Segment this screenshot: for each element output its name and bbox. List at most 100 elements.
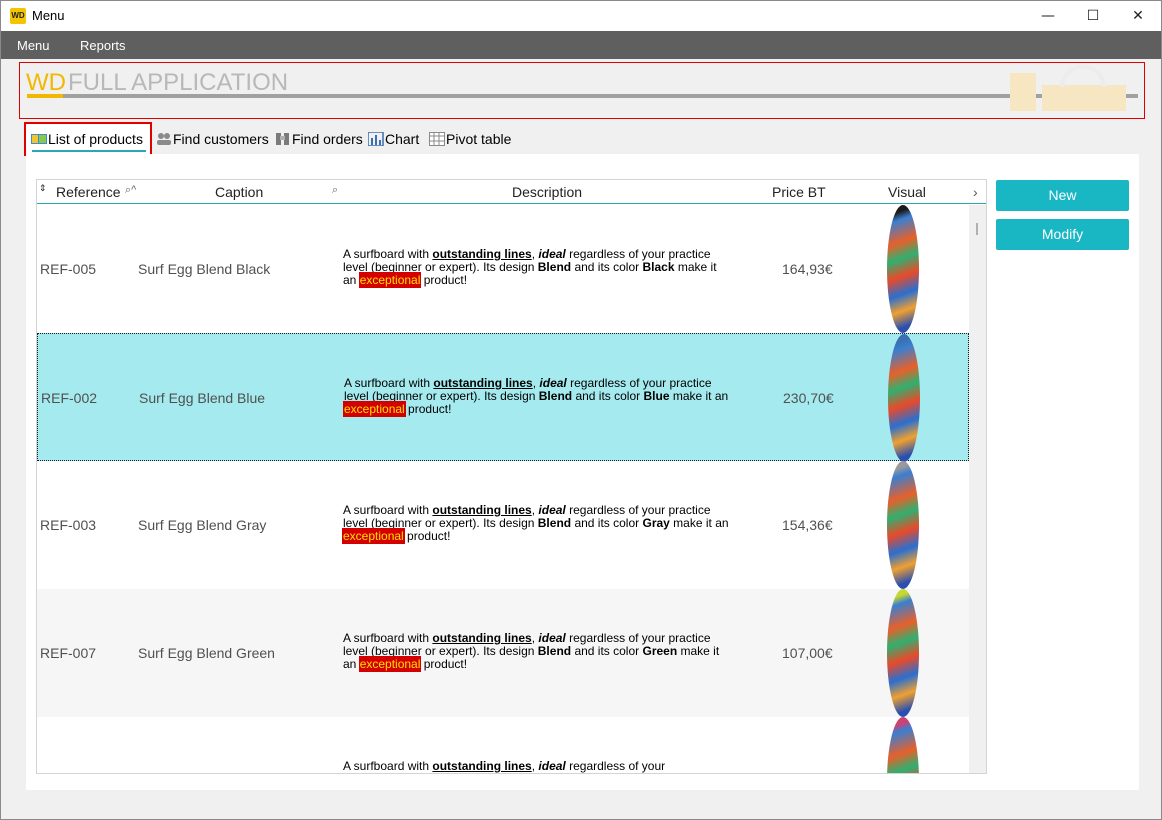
desc-text: product! [420,657,468,671]
column-header-price[interactable]: Price BT [772,184,826,200]
cell-description: A surfboard with outstanding lines, idea… [343,631,733,672]
pivot-table-icon [429,132,445,146]
surfboard-image [887,589,919,717]
desc-emphasis: outstanding lines [432,631,532,645]
tab-pivot-table[interactable]: Pivot table [424,122,516,156]
surfboard-image [887,205,919,333]
app-logo-icon: WD [10,8,26,24]
table-row[interactable]: REF-007 Surf Egg Blend Green 107,00€ A surf… [37,589,969,717]
surfboard-image [888,334,920,462]
desc-text: regardless of your [565,759,666,773]
column-header-description[interactable]: Description [512,184,582,200]
desc-text: A surfboard with [343,759,433,773]
table-row[interactable]: REF-005 Surf Egg Blend Black 164,93€ A surf… [37,205,969,333]
desc-emphasis: ideal [538,247,566,261]
modify-button[interactable]: Modify [996,219,1129,250]
cell-reference: REF-005 [40,261,97,277]
cell-description: A surfboard with outstanding lines, idea… [342,503,733,544]
cell-price: 154,36€ [782,517,833,533]
tab-label: Find orders [292,131,363,147]
tab-chart[interactable]: Chart [363,122,424,156]
cell-reference: REF-007 [40,645,97,661]
menu-item-reports[interactable]: Reports [80,38,126,53]
desc-emphasis: ideal [538,631,566,645]
desc-text: and its color [571,260,643,274]
desc-text: product! [403,529,451,543]
desc-text: A surfboard with [343,247,433,261]
column-header-caption[interactable]: Caption [215,184,263,200]
minimize-button[interactable]: — [1025,1,1071,31]
desc-color: Black [642,260,675,274]
desc-text: A surfboard with [343,631,433,645]
banner-decoration [1042,85,1126,111]
tab-label: Find customers [173,131,269,147]
surfboard-image [887,461,919,589]
desc-emphasis: Blend [537,260,572,274]
desc-highlight: exceptional [343,401,406,417]
cell-description: A surfboard with outstanding lines, idea… [343,376,734,417]
column-header-visual[interactable]: Visual [888,184,926,200]
desc-emphasis: Blend [538,389,573,403]
desc-emphasis: ideal [539,376,567,390]
cell-caption: Surf Egg Blend Blue [139,390,266,406]
close-button[interactable]: ✕ [1115,1,1161,31]
tab-label: List of products [48,131,143,147]
products-table: ⇕ Reference ⌕^ Caption ⌕ Description Pri… [36,179,987,774]
cell-caption: Surf Egg Blend Gray [138,517,267,533]
cell-caption: Surf Egg Blend Black [138,261,271,277]
table-row[interactable]: A surfboard with outstanding lines, idea… [37,717,969,773]
customers-icon [156,132,172,146]
tab-find-orders[interactable]: Find orders [270,122,368,156]
desc-text: A surfboard with [344,376,434,390]
maximize-button[interactable]: ☐ [1070,1,1116,31]
desc-emphasis: outstanding lines [432,247,532,261]
desc-emphasis: ideal [538,759,566,773]
menu-item-menu[interactable]: Menu [17,38,50,53]
search-icon[interactable]: ⌕^ [125,184,136,197]
desc-highlight: exceptional [358,656,422,672]
active-tab-indicator [32,150,146,152]
surfboard-image [887,717,919,773]
desc-text: and its color [571,516,643,530]
table-body: REF-005 Surf Egg Blend Black 164,93€ A surf… [37,205,969,773]
orders-icon [275,132,291,146]
tab-find-customers[interactable]: Find customers [151,122,274,156]
column-header-reference[interactable]: Reference [56,184,121,200]
desc-text: and its color [572,389,644,403]
desc-text: make it an [669,389,729,403]
tab-label: Pivot table [446,131,512,147]
products-panel: ⇕ Reference ⌕^ Caption ⌕ Description Pri… [26,154,1139,790]
window-title: Menu [32,8,65,23]
banner-bar-accent [27,94,63,98]
desc-text: make it an [669,516,729,530]
cell-price: 230,70€ [783,390,834,406]
desc-text: and its color [571,644,643,658]
desc-text: A surfboard with [343,503,433,517]
chevron-right-icon[interactable]: › [973,184,978,200]
tab-list-of-products[interactable]: List of products [24,122,152,156]
table-header: ⇕ Reference ⌕^ Caption ⌕ Description Pri… [37,180,986,204]
app-banner: WD FULL APPLICATION [19,62,1145,119]
vertical-scrollbar[interactable] [969,205,986,773]
search-icon[interactable]: ⌕ [332,184,338,197]
cell-reference: REF-003 [40,517,97,533]
banner-progress-bar [27,94,1138,98]
table-row[interactable]: REF-003 Surf Egg Blend Gray 154,36€ A surfb… [37,461,969,589]
cell-price: 107,00€ [782,645,833,661]
scrollbar-thumb[interactable] [976,223,978,235]
main-content: WD FULL APPLICATION List of products Fin… [2,59,1161,819]
desc-color: Gray [642,516,670,530]
cell-price: 164,93€ [782,261,833,277]
app-window: WD Menu — ☐ ✕ Menu Reports WD FULL APPLI… [0,0,1162,820]
desc-emphasis: Blend [537,516,572,530]
banner-brand: WD [26,69,66,96]
desc-emphasis: outstanding lines [433,376,533,390]
list-icon [31,132,47,146]
banner-lock-decoration-icon [1060,65,1106,87]
new-button[interactable]: New [996,180,1129,211]
table-row[interactable]: REF-002 Surf Egg Blend Blue 230,70€ A surfb… [37,333,969,462]
desc-highlight: exceptional [342,528,405,544]
cell-reference: REF-002 [41,390,98,406]
sort-icon[interactable]: ⇕ [39,183,47,194]
desc-color: Blue [643,389,670,403]
